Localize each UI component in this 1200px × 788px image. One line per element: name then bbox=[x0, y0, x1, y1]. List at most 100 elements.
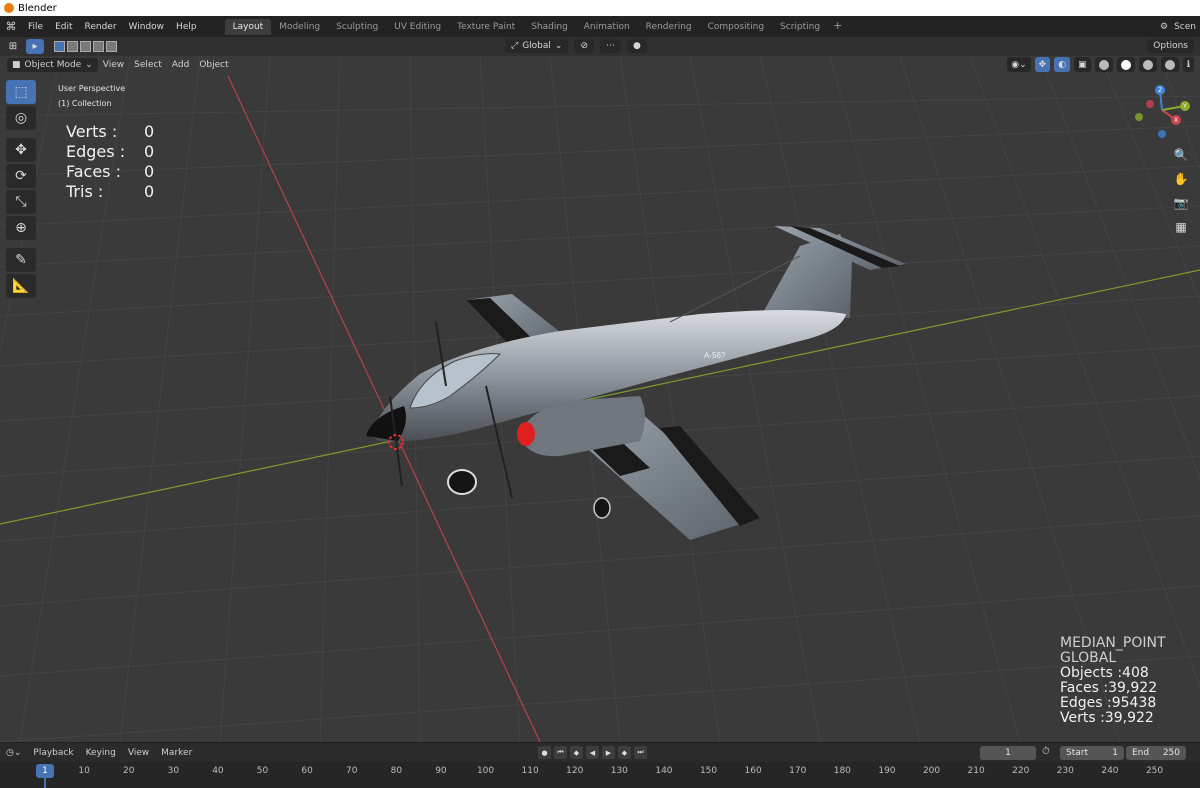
record-icon[interactable]: ● bbox=[538, 746, 551, 759]
tab-uv-editing[interactable]: UV Editing bbox=[386, 19, 449, 35]
menu-object[interactable]: Object bbox=[194, 60, 233, 70]
tab-modeling[interactable]: Modeling bbox=[271, 19, 328, 35]
current-frame-field[interactable]: 1 bbox=[980, 746, 1036, 760]
selection-mode-group bbox=[54, 41, 117, 52]
next-keyframe-icon[interactable]: ◆ bbox=[618, 746, 631, 759]
gizmo-toggle[interactable]: ✥ bbox=[1034, 57, 1051, 72]
zoom-icon[interactable]: 🔍 bbox=[1170, 144, 1192, 166]
menu-help[interactable]: Help bbox=[170, 22, 203, 32]
neg-z-axis-handle[interactable] bbox=[1158, 130, 1166, 138]
menu-select[interactable]: Select bbox=[129, 60, 167, 70]
neg-y-axis-handle[interactable] bbox=[1135, 113, 1143, 121]
menu-keying[interactable]: Keying bbox=[80, 748, 122, 758]
move-tool[interactable]: ✥ bbox=[6, 138, 36, 162]
pivot-point-dropdown[interactable]: ⊘ bbox=[574, 39, 595, 53]
ruler-tick-label: 10 bbox=[78, 766, 90, 776]
aircraft-model[interactable]: A-56? bbox=[366, 226, 906, 540]
options-dropdown[interactable]: Options bbox=[1147, 39, 1194, 53]
scale-tool[interactable]: ⤡ bbox=[6, 190, 36, 214]
shading-rendered[interactable] bbox=[1160, 57, 1179, 72]
transform-orientation-dropdown[interactable]: ⤢ Global ⌄ bbox=[505, 39, 569, 53]
overlay-icon: ◐ bbox=[1058, 59, 1067, 70]
pan-hand-icon[interactable]: ✋ bbox=[1170, 168, 1192, 190]
ruler-tick-label: 210 bbox=[967, 766, 985, 776]
viewport-display-controls: ◉⌄ ✥ ◐ ▣ ℹ bbox=[1007, 57, 1194, 72]
start-frame-field[interactable]: Start 1 bbox=[1060, 746, 1124, 760]
tab-layout[interactable]: Layout bbox=[224, 18, 272, 35]
viewport-header: ■ Object Mode ⌄ View Select Add Object ◉… bbox=[0, 56, 1200, 74]
tab-scripting[interactable]: Scripting bbox=[772, 19, 828, 35]
x-axis-label: X bbox=[1174, 117, 1178, 124]
tab-sculpting[interactable]: Sculpting bbox=[328, 19, 386, 35]
measure-tool[interactable]: 📐 bbox=[6, 274, 36, 298]
3d-viewport[interactable]: A-56? bbox=[0, 56, 1200, 742]
menu-timeline-view[interactable]: View bbox=[122, 748, 155, 758]
xray-toggle[interactable]: ▣ bbox=[1074, 57, 1091, 72]
chevron-down-icon: ⌄ bbox=[85, 60, 93, 70]
menu-edit[interactable]: Edit bbox=[49, 22, 78, 32]
annotate-tool[interactable]: ✎ bbox=[6, 248, 36, 272]
menu-window[interactable]: Window bbox=[123, 22, 171, 32]
cursor-tool[interactable]: ◎ bbox=[6, 106, 36, 130]
tab-rendering[interactable]: Rendering bbox=[638, 19, 700, 35]
viewport-scene: A-56? bbox=[0, 56, 1200, 742]
menu-view[interactable]: View bbox=[98, 60, 129, 70]
prev-keyframe-icon[interactable]: ◆ bbox=[570, 746, 583, 759]
mode-invert-icon[interactable] bbox=[93, 41, 104, 52]
tab-compositing[interactable]: Compositing bbox=[700, 19, 772, 35]
tab-shading[interactable]: Shading bbox=[523, 19, 576, 35]
playback-controls: ● ⏮ ◆ ◀ ▶ ◆ ⏭ bbox=[538, 746, 647, 759]
ruler-icon: 📐 bbox=[12, 278, 30, 294]
select-tool[interactable]: ⬚ bbox=[6, 80, 36, 104]
menu-file[interactable]: File bbox=[22, 22, 49, 32]
mode-intersect-icon[interactable] bbox=[106, 41, 117, 52]
menu-marker[interactable]: Marker bbox=[155, 748, 198, 758]
current-frame-indicator[interactable]: 1 bbox=[36, 764, 54, 778]
wireframe-shading-icon bbox=[1098, 59, 1109, 70]
pivot-mode-label: MEDIAN_POINT bbox=[1060, 635, 1166, 651]
proportional-editing-button[interactable]: ● bbox=[627, 39, 647, 53]
camera-icon[interactable]: 📷 bbox=[1170, 192, 1192, 214]
perspective-grid-icon[interactable]: ▦ bbox=[1170, 216, 1192, 238]
scene-selector[interactable]: ⚙ Scen bbox=[1160, 16, 1200, 37]
z-axis-label: Z bbox=[1158, 87, 1162, 94]
jump-start-icon[interactable]: ⏮ bbox=[554, 746, 567, 759]
object-mode-label: Object Mode bbox=[24, 60, 82, 70]
tab-texture-paint[interactable]: Texture Paint bbox=[449, 19, 523, 35]
proportional-icon: ● bbox=[633, 41, 641, 51]
play-icon[interactable]: ▶ bbox=[602, 746, 615, 759]
neg-x-axis-handle[interactable] bbox=[1146, 100, 1154, 108]
menu-playback[interactable]: Playback bbox=[27, 748, 79, 758]
transform-tool[interactable]: ⊕ bbox=[6, 216, 36, 240]
sidebar-toggle[interactable]: ℹ bbox=[1182, 57, 1194, 72]
select-box-tool-icon[interactable]: ▸ bbox=[26, 39, 44, 54]
rotate-tool[interactable]: ⟳ bbox=[6, 164, 36, 188]
scene-statistics-overlay: MEDIAN_POINT GLOBAL Objects :408 Faces :… bbox=[1060, 636, 1166, 726]
overlay-toggle[interactable]: ◐ bbox=[1054, 57, 1071, 72]
blender-menu-icon[interactable]: ⌘ bbox=[0, 20, 22, 33]
end-frame-field[interactable]: End 250 bbox=[1126, 746, 1186, 760]
shading-solid[interactable] bbox=[1116, 57, 1135, 72]
menu-render[interactable]: Render bbox=[79, 22, 123, 32]
mode-extend-icon[interactable] bbox=[67, 41, 78, 52]
stat-row-tris: Tris : 0 bbox=[66, 182, 154, 202]
jump-end-icon[interactable]: ⏭ bbox=[634, 746, 647, 759]
mode-subtract-icon[interactable] bbox=[80, 41, 91, 52]
add-workspace-button[interactable]: + bbox=[828, 19, 847, 35]
tab-animation[interactable]: Animation bbox=[576, 19, 638, 35]
navigation-gizmo[interactable]: X Y Z bbox=[1128, 80, 1198, 142]
visibility-dropdown[interactable]: ◉⌄ bbox=[1007, 57, 1031, 72]
play-reverse-icon[interactable]: ◀ bbox=[586, 746, 599, 759]
select-cursor-icon: ⬚ bbox=[14, 84, 28, 100]
stat-row-verts: Verts : 0 bbox=[66, 122, 154, 142]
mode-set-new-icon[interactable] bbox=[54, 41, 65, 52]
timeline-ruler[interactable]: 1 10 20 30 40 50 60 70 80 90 100 110 120 130 140 150 16… bbox=[0, 762, 1200, 788]
timeline-editor-type-icon[interactable]: ◷⌄ bbox=[0, 748, 27, 758]
menu-add[interactable]: Add bbox=[167, 60, 194, 70]
editor-type-icon[interactable]: ⊞ bbox=[4, 39, 22, 54]
snap-dropdown[interactable]: ⋯ bbox=[600, 39, 622, 53]
stopwatch-icon[interactable]: ⏱ bbox=[1042, 746, 1050, 757]
shading-wireframe[interactable] bbox=[1094, 57, 1113, 72]
object-mode-dropdown[interactable]: ■ Object Mode ⌄ bbox=[7, 58, 98, 72]
shading-material[interactable] bbox=[1138, 57, 1157, 72]
